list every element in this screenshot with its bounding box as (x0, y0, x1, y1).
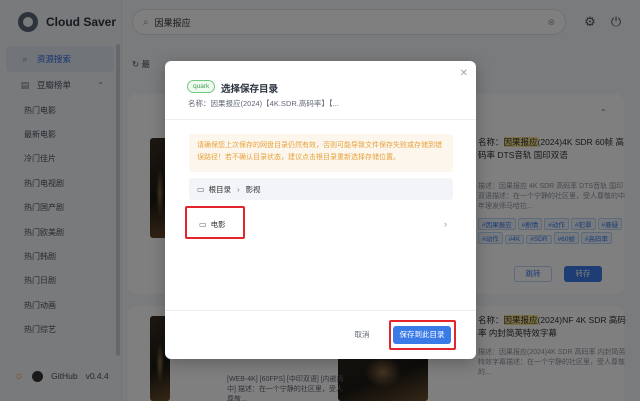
dialog-subtitle: 名称：因果报应(2024)【4K.SDR.高码率】【... (188, 99, 339, 108)
highlight-box (389, 320, 456, 350)
folder-icon: ▭ (197, 184, 205, 194)
breadcrumb-current[interactable]: 影视 (246, 184, 261, 195)
highlight-box (185, 206, 245, 239)
close-icon[interactable]: ✕ (460, 68, 468, 79)
divider (165, 119, 476, 120)
chevron-right-icon: › (444, 219, 447, 229)
quark-badge: quark (187, 80, 216, 93)
cancel-button[interactable]: 取消 (346, 326, 378, 344)
divider (165, 310, 476, 311)
breadcrumb: ▭ 根目录 › 影视 (189, 178, 453, 200)
dialog-title: 选择保存目录 (221, 84, 279, 95)
chevron-right-icon: › (237, 184, 240, 194)
save-dialog: ✕ quark 选择保存目录 名称：因果报应(2024)【4K.SDR.高码率】… (165, 61, 476, 359)
warning-alert: 请确保您上次保存的网盘目录仍然有效，否则可能导致文件保存失败或存储到错误路径！若… (189, 134, 453, 172)
breadcrumb-root[interactable]: 根目录 (209, 184, 232, 195)
